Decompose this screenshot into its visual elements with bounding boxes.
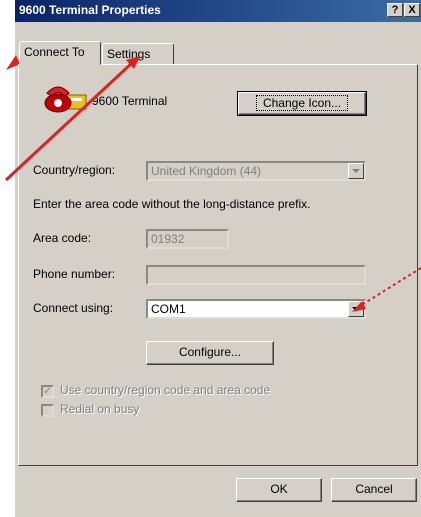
help-button[interactable]: ? — [387, 3, 403, 17]
country-label: Country/region: — [33, 163, 116, 177]
area-code-input[interactable]: 01932 — [146, 229, 229, 249]
use-codes-label: Use country/region code and area code — [60, 383, 271, 397]
tab-settings-label: Settings — [107, 47, 151, 61]
window-title: 9600 Terminal Properties — [19, 3, 161, 17]
chevron-down-icon[interactable] — [348, 301, 364, 317]
phone-number-label: Phone number: — [33, 267, 116, 281]
country-select[interactable]: United Kingdom (44) — [146, 161, 366, 181]
connection-name: 9600 Terminal — [92, 94, 168, 108]
redial-checkbox[interactable] — [41, 404, 54, 417]
country-value: United Kingdom (44) — [151, 164, 262, 178]
connect-to-panel: 9600 Terminal Change Icon... Country/reg… — [18, 64, 418, 466]
tab-connect-to[interactable]: Connect To — [19, 41, 101, 65]
connect-using-label: Connect using: — [33, 301, 114, 315]
tab-connect-to-label: Connect To — [24, 45, 85, 59]
cancel-label: Cancel — [355, 482, 393, 496]
configure-label: Configure... — [178, 345, 242, 359]
change-icon-label: Change Icon... — [255, 95, 349, 111]
ok-button[interactable]: OK — [236, 478, 322, 502]
connect-using-value: COM1 — [151, 302, 186, 316]
close-button[interactable]: X — [404, 3, 420, 17]
connect-using-select[interactable]: COM1 — [146, 299, 366, 319]
area-code-value: 01932 — [151, 232, 185, 246]
area-code-hint: Enter the area code without the long-dis… — [33, 197, 311, 211]
title-bar: 9600 Terminal Properties ? X — [15, 0, 421, 22]
properties-dialog: 9600 Terminal Properties ? X Connect To … — [14, 0, 421, 517]
tab-settings[interactable]: Settings — [102, 43, 174, 65]
configure-button[interactable]: Configure... — [146, 341, 274, 365]
phone-icon — [44, 86, 87, 113]
use-codes-checkbox[interactable]: ✓ — [41, 385, 54, 398]
chevron-down-icon[interactable] — [348, 163, 364, 179]
area-code-label: Area code: — [33, 231, 92, 245]
cancel-button[interactable]: Cancel — [331, 478, 417, 502]
ok-label: OK — [270, 482, 288, 496]
redial-label: Redial on busy — [60, 402, 140, 416]
change-icon-button[interactable]: Change Icon... — [237, 91, 367, 116]
phone-number-input[interactable] — [146, 265, 366, 285]
